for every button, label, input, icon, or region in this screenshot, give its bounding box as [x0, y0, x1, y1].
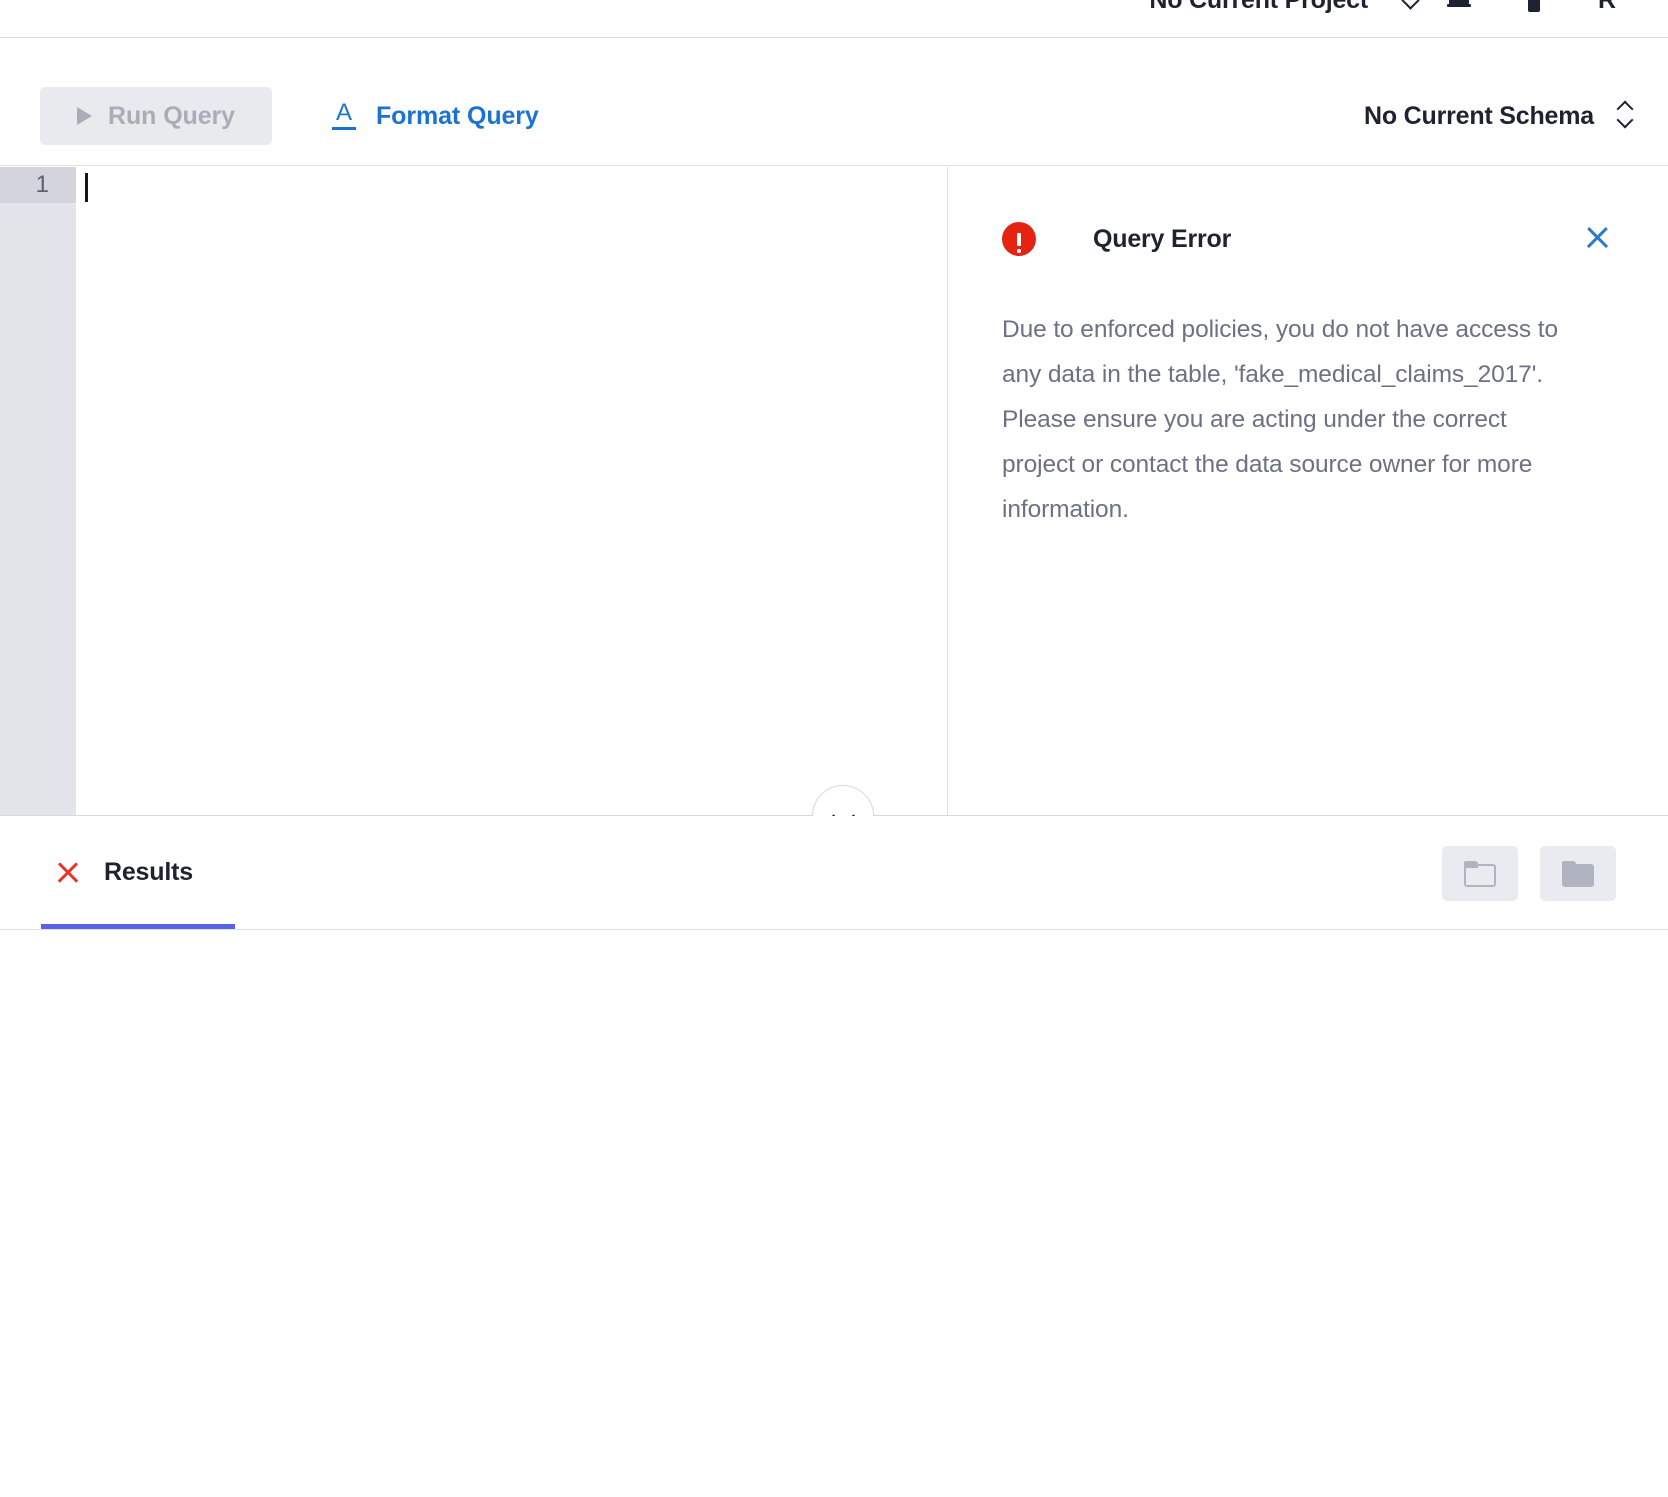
play-icon: [77, 107, 93, 125]
line-number: 1: [35, 171, 49, 198]
tab-results[interactable]: Results: [40, 816, 207, 929]
query-toolbar: Run Query A Format Query No Current Sche…: [0, 62, 1668, 166]
error-circle-icon: [1002, 222, 1036, 256]
header-right-cluster: No Current Project R: [1149, 0, 1644, 22]
close-icon[interactable]: [1580, 221, 1614, 255]
error-x-icon: [54, 859, 82, 887]
bookmark-icon: [1524, 0, 1542, 15]
project-selector-label: No Current Project: [1149, 0, 1368, 15]
tab-results-label: Results: [104, 858, 193, 886]
chevron-down-icon: [1402, 0, 1422, 6]
bell-icon: [1446, 0, 1472, 15]
query-error-title: Query Error: [1093, 224, 1232, 253]
query-error-message: Due to enforced policies, you do not hav…: [1002, 316, 1559, 523]
active-tab-indicator: [41, 924, 235, 929]
folder-filled-icon: [1562, 860, 1594, 887]
editor-gutter: 1: [0, 167, 76, 815]
sql-editor-pane[interactable]: 1: [0, 167, 948, 815]
schema-selector[interactable]: No Current Schema: [1364, 87, 1634, 145]
query-editor-app: No Current Project R Run Query A Format …: [0, 0, 1668, 1497]
avatar[interactable]: R: [1570, 0, 1644, 22]
schema-selector-label: No Current Schema: [1364, 101, 1594, 130]
editor-region: 1 Query Error Due to enforced policies, …: [0, 167, 1668, 815]
run-query-button[interactable]: Run Query: [40, 87, 272, 145]
folder-filled-button[interactable]: [1540, 846, 1616, 901]
unfold-more-icon: [1616, 100, 1634, 132]
query-error-header: Query Error: [1002, 219, 1614, 259]
folder-outline-icon: [1464, 860, 1496, 887]
code-input-area[interactable]: [76, 167, 947, 815]
project-selector[interactable]: No Current Project: [1149, 0, 1422, 15]
format-query-button[interactable]: A Format Query: [330, 87, 539, 145]
results-tab-bar: Results: [0, 816, 1668, 930]
avatar-initial: R: [1598, 0, 1616, 13]
bookmark-button[interactable]: [1496, 0, 1570, 22]
results-actions: [1442, 846, 1616, 901]
app-header: No Current Project R: [0, 0, 1668, 38]
folder-outline-button[interactable]: [1442, 846, 1518, 901]
run-query-label: Run Query: [108, 101, 235, 130]
notifications-button[interactable]: [1422, 0, 1496, 22]
format-query-label: Format Query: [376, 101, 539, 130]
format-text-icon: A: [330, 101, 358, 131]
results-body: [0, 930, 1668, 1497]
gutter-active-line: 1: [0, 167, 76, 203]
query-error-panel: Query Error Due to enforced policies, yo…: [948, 167, 1668, 815]
text-cursor: [85, 173, 88, 202]
